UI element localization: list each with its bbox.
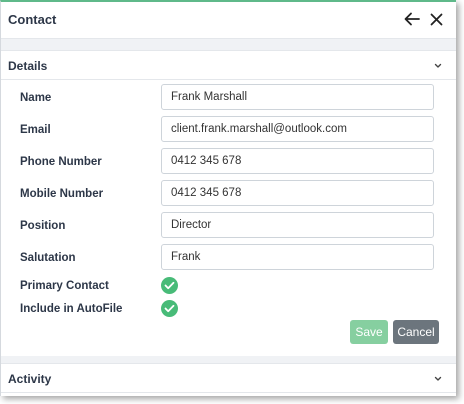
phone-label: Phone Number [20, 156, 102, 168]
details-section-header[interactable]: Details [1, 50, 456, 80]
primary-contact-label: Primary Contact [20, 280, 109, 292]
name-label: Name [20, 92, 52, 104]
name-field[interactable] [161, 84, 434, 110]
panel-title: Contact [8, 12, 57, 27]
close-icon [430, 13, 442, 25]
mobile-label: Mobile Number [20, 188, 104, 200]
check-icon [164, 304, 175, 313]
email-label: Email [20, 124, 51, 136]
panel-header: Contact [1, 2, 456, 38]
contact-panel: Contact Details Name Email Phone Number … [0, 0, 456, 396]
salutation-label: Salutation [20, 252, 76, 264]
activity-section-header[interactable]: Activity [1, 363, 456, 393]
primary-contact-toggle[interactable] [161, 277, 178, 294]
salutation-field[interactable] [161, 244, 434, 270]
position-label: Position [20, 220, 66, 232]
include-autofile-toggle[interactable] [161, 300, 178, 317]
back-button[interactable] [401, 7, 423, 31]
email-field[interactable] [161, 116, 434, 142]
details-section-title: Details [8, 59, 48, 73]
details-section-body: Name Email Phone Number Mobile Number Po… [1, 80, 456, 356]
chevron-down-icon [434, 63, 442, 68]
cancel-button[interactable]: Cancel [393, 320, 439, 344]
mobile-field[interactable] [161, 180, 434, 206]
include-autofile-label: Include in AutoFile [20, 303, 123, 315]
check-icon [164, 281, 175, 290]
chevron-down-icon [434, 376, 442, 381]
phone-field[interactable] [161, 148, 434, 174]
close-button[interactable] [425, 7, 447, 31]
activity-section-title: Activity [8, 372, 52, 386]
position-field[interactable] [161, 212, 434, 238]
save-button[interactable]: Save [350, 320, 388, 344]
arrow-left-icon [404, 12, 420, 26]
